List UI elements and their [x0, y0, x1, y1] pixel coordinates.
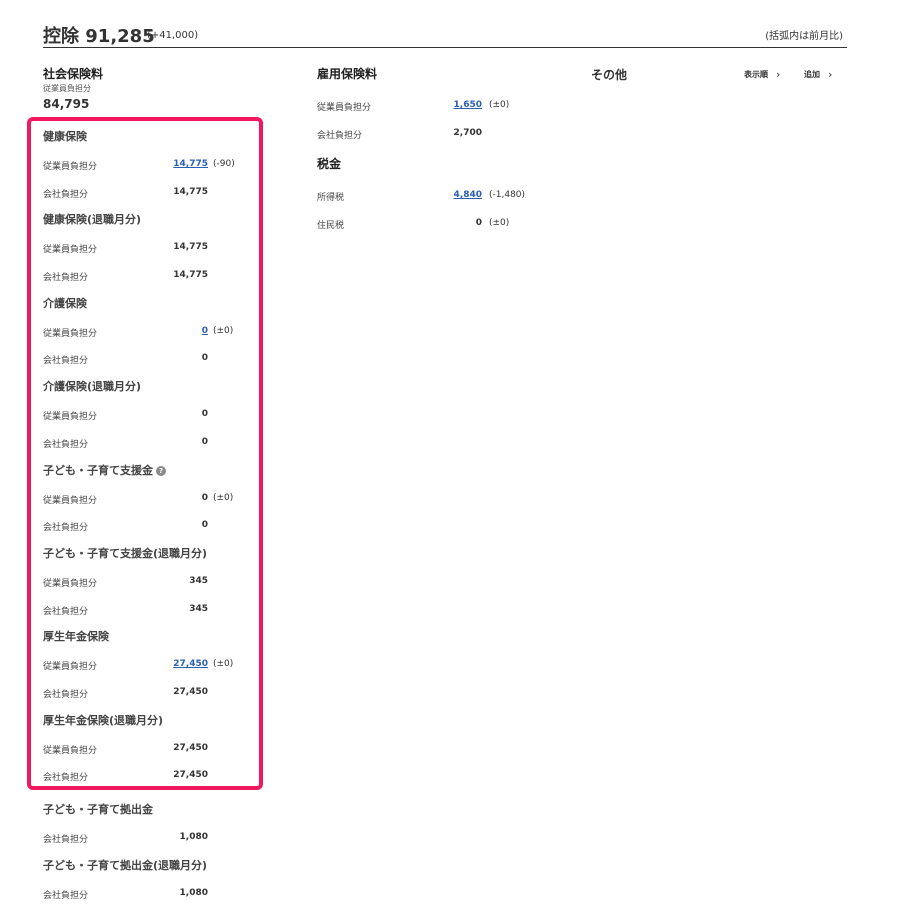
amount-value: 0 [475, 218, 482, 229]
amount-row: 住民税 0 (±0) [317, 210, 557, 238]
chevron-right-icon: › [776, 68, 781, 81]
display-order-button[interactable]: 表示順 › [744, 68, 780, 81]
display-order-label: 表示順 [744, 70, 768, 79]
insurance-group: 子ども・子育て拠出金(退職月分) 会社負担分 1,080 [43, 852, 263, 908]
amount-row: 所得税 4,840 (-1,480) [317, 182, 557, 210]
amount-link[interactable]: 4,840 [397, 190, 482, 200]
employment-and-tax-section: 雇用保険料 従業員負担分 1,650 (±0) 会社負担分 2,700 税金 所得税 4,… [317, 66, 557, 238]
row-diff: (-1,480) [489, 190, 526, 201]
deduction-total-title: 控除 91,285 [43, 26, 155, 47]
row-label: 従業員負担分 [317, 103, 372, 113]
deduction-header: 控除 91,285 (+41,000) (括弧内は前月比) [43, 20, 847, 48]
group-title-text: 子ども・子育て拠出金 [43, 803, 153, 816]
amount-row: 従業員負担分 1,650 (±0) [317, 92, 557, 120]
amount-row: 会社負担分 2,700 [317, 120, 557, 148]
amount-row: 会社負担分 1,080 [43, 824, 263, 852]
highlight-box [27, 117, 263, 790]
social-insurance-title: 社会保険料 [43, 67, 104, 81]
amount-link[interactable]: 1,650 [397, 100, 482, 110]
employment-insurance-title: 雇用保険料 [317, 67, 378, 81]
tax-rows: 所得税 4,840 (-1,480) 住民税 0 (±0) [317, 182, 557, 237]
tax-title: 税金 [317, 157, 342, 172]
row-diff: (±0) [489, 218, 510, 229]
row-label: 会社負担分 [317, 130, 363, 141]
deduction-total-diff: (+41,000) [147, 30, 199, 41]
row-label: 所得税 [317, 193, 345, 204]
social-insurance-sub-label: 従業員負担分 [43, 84, 91, 93]
diff-note: (括弧内は前月比) [765, 31, 843, 42]
social-insurance-total: 84,795 [43, 97, 90, 111]
amount-row: 会社負担分 1,080 [43, 880, 263, 908]
amount-value: 1,080 [179, 832, 208, 842]
row-label: 会社負担分 [43, 890, 89, 901]
other-title: その他 [591, 68, 628, 82]
chevron-right-icon: › [828, 68, 833, 81]
other-section: その他 表示順 › 追加 › [591, 66, 847, 83]
row-label: 住民税 [317, 221, 345, 232]
row-label: 会社負担分 [43, 835, 89, 845]
group-title: 子ども・子育て拠出金(退職月分) [43, 852, 263, 880]
group-title: 子ども・子育て拠出金 [43, 796, 263, 824]
add-button[interactable]: 追加 › [804, 68, 832, 81]
amount-value: 1,080 [179, 887, 208, 898]
row-diff: (±0) [489, 100, 510, 110]
amount-value: 2,700 [453, 127, 482, 138]
add-label: 追加 [804, 70, 820, 79]
group-title-text: 子ども・子育て拠出金(退職月分) [43, 858, 208, 872]
employment-insurance-rows: 従業員負担分 1,650 (±0) 会社負担分 2,700 [317, 92, 557, 147]
insurance-group: 子ども・子育て拠出金 会社負担分 1,080 [43, 796, 263, 852]
